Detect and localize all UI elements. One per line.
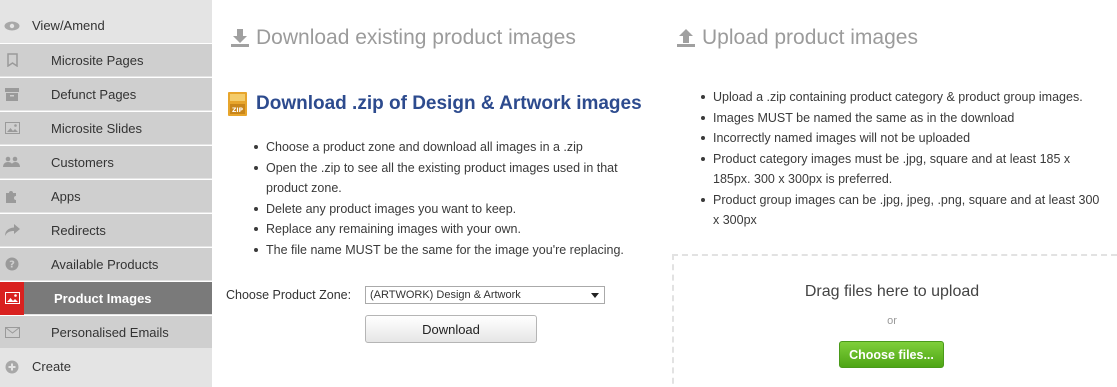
sidebar-item-customers[interactable]: Customers <box>0 145 212 178</box>
archive-icon <box>0 78 24 111</box>
sidebar-item-label: Defunct Pages <box>51 86 137 102</box>
sidebar-section-view-amend[interactable]: View/Amend <box>0 9 212 42</box>
sidebar-item-available-products[interactable]: ? Available Products <box>0 247 212 280</box>
download-instructions: Choose a product zone and download all i… <box>252 137 642 260</box>
sidebar-item-defunct-pages[interactable]: Defunct Pages <box>0 77 212 110</box>
envelope-icon <box>0 316 24 349</box>
product-zone-value: (ARTWORK) Design & Artwork <box>370 289 521 301</box>
list-item: Upload a .zip containing product categor… <box>699 87 1109 108</box>
list-item: Product group images can be .jpg, jpeg, … <box>699 190 1109 231</box>
download-heading: Download existing product images <box>230 26 576 50</box>
list-item: Open the .zip to see all the existing pr… <box>252 158 642 199</box>
product-zone-label: Choose Product Zone: <box>226 288 352 302</box>
users-icon <box>0 146 24 179</box>
sidebar-item-label: Microsite Slides <box>51 120 143 136</box>
upload-heading: Upload product images <box>676 26 918 50</box>
share-arrow-icon <box>0 214 24 247</box>
sidebar-item-label: Product Images <box>54 290 152 306</box>
sidebar-item-apps[interactable]: Apps <box>0 179 212 212</box>
sidebar: View/Amend Microsite Pages Defunct Pages… <box>0 0 212 387</box>
zip-title: ZIP Download .zip of Design & Artwork im… <box>228 92 642 116</box>
list-item: Replace any remaining images with your o… <box>252 219 642 240</box>
choose-files-button[interactable]: Choose files... <box>839 341 944 368</box>
sidebar-section-create[interactable]: Create <box>0 350 212 383</box>
download-button[interactable]: Download <box>365 315 537 343</box>
product-zone-select[interactable]: (ARTWORK) Design & Artwork <box>365 286 605 304</box>
sidebar-item-label: Microsite Pages <box>51 52 144 68</box>
zip-file-icon: ZIP <box>228 92 247 116</box>
download-heading-text: Download existing product images <box>256 26 576 49</box>
sidebar-item-label: Customers <box>51 154 114 170</box>
svg-text:ZIP: ZIP <box>232 107 244 114</box>
sidebar-item-label: Redirects <box>51 222 106 238</box>
bookmark-icon <box>0 44 24 77</box>
sidebar-item-label: Personalised Emails <box>51 324 169 340</box>
sidebar-item-label: Available Products <box>51 256 159 272</box>
image-icon <box>0 112 24 145</box>
sidebar-item-redirects[interactable]: Redirects <box>0 213 212 246</box>
list-item: Delete any product images you want to ke… <box>252 199 642 220</box>
svg-text:?: ? <box>9 260 15 271</box>
list-item: The file name MUST be the same for the i… <box>252 240 642 261</box>
sidebar-section-label: Create <box>32 359 72 374</box>
sidebar-section-label: View/Amend <box>32 18 105 33</box>
sidebar-item-label: Apps <box>51 188 81 204</box>
dropzone-title: Drag files here to upload <box>804 283 980 300</box>
eye-icon <box>0 9 24 42</box>
plus-circle-icon <box>0 350 24 383</box>
list-item: Incorrectly named images will not be upl… <box>699 128 1109 149</box>
chevron-down-icon <box>591 293 599 298</box>
sidebar-item-product-images[interactable]: Product Images <box>0 281 212 315</box>
list-item: Choose a product zone and download all i… <box>252 137 642 158</box>
list-item: Product category images must be .jpg, sq… <box>699 149 1109 190</box>
question-icon: ? <box>0 248 24 281</box>
picture-icon <box>0 281 24 315</box>
download-icon <box>231 29 249 47</box>
sidebar-item-microsite-pages[interactable]: Microsite Pages <box>0 43 212 76</box>
list-item: Images MUST be named the same as in the … <box>699 108 1109 129</box>
sidebar-item-personalised-emails[interactable]: Personalised Emails <box>0 315 212 348</box>
upload-heading-text: Upload product images <box>702 26 918 49</box>
zip-title-text: Download .zip of Design & Artwork images <box>256 93 642 114</box>
sidebar-item-microsite-slides[interactable]: Microsite Slides <box>0 111 212 144</box>
upload-icon <box>677 29 695 47</box>
puzzle-icon <box>0 180 24 213</box>
dropzone-or: or <box>887 315 897 327</box>
upload-instructions: Upload a .zip containing product categor… <box>699 87 1109 231</box>
